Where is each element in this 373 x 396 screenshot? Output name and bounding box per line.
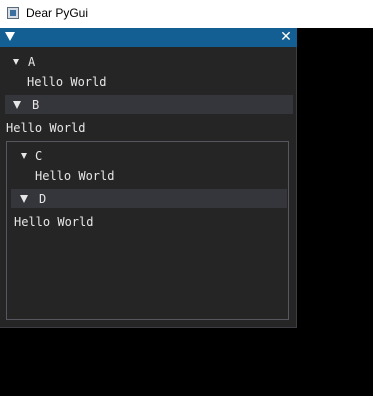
header-arrow-icon[interactable] xyxy=(20,195,28,203)
close-icon[interactable]: ✕ xyxy=(279,28,293,47)
collapse-arrow-icon[interactable] xyxy=(5,32,15,41)
app-window: ✕ A Hello World B Hello World C Hello Wo… xyxy=(0,28,297,328)
collapsing-header-d-text: Hello World xyxy=(14,215,94,229)
tree-node-a-label[interactable]: A xyxy=(28,55,35,69)
collapsing-header-b-label[interactable]: B xyxy=(32,98,39,112)
tree-node-arrow-icon[interactable] xyxy=(13,59,19,65)
os-titlebar: Dear PyGui xyxy=(0,0,373,28)
child-window[interactable]: C Hello World D Hello World xyxy=(6,141,289,320)
window-titlebar[interactable]: ✕ xyxy=(0,28,297,47)
collapsing-header-d-label[interactable]: D xyxy=(39,192,46,206)
collapsing-header-b[interactable]: B xyxy=(5,95,293,114)
tree-node-a-text: Hello World xyxy=(27,75,107,89)
tree-node-c-label[interactable]: C xyxy=(35,149,42,163)
collapsing-header-b-text: Hello World xyxy=(6,121,86,135)
tree-node-arrow-icon[interactable] xyxy=(21,153,27,159)
collapsing-header-d[interactable]: D xyxy=(11,189,287,208)
tree-node-c-text: Hello World xyxy=(35,169,115,183)
header-arrow-icon[interactable] xyxy=(13,101,21,109)
app-icon xyxy=(7,7,19,19)
os-window-title: Dear PyGui xyxy=(26,6,89,20)
